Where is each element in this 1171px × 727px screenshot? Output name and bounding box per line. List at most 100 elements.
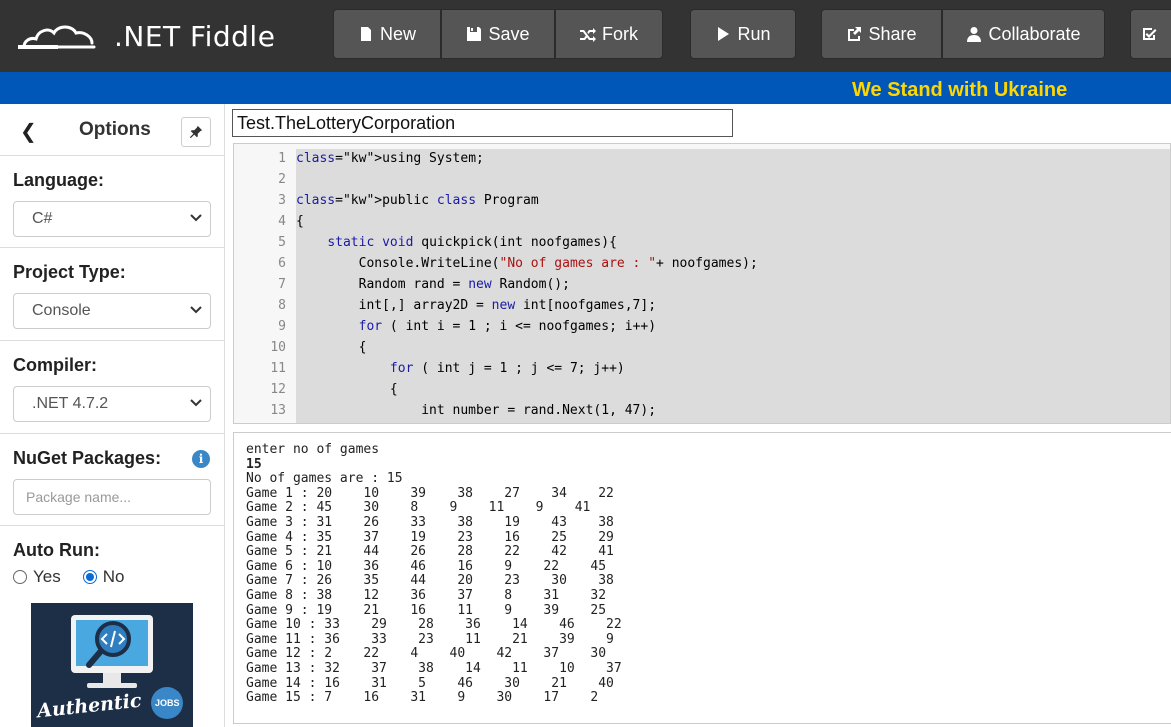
- line-number-gutter: 1 2 3 4 5 6 7 8 9 10 11 12 13: [234, 144, 296, 423]
- language-section: Language: C#: [0, 156, 224, 248]
- new-button[interactable]: New: [333, 9, 441, 59]
- fork-button[interactable]: Fork: [555, 9, 663, 59]
- output-line: Game 2 : 45 30 8 9 11 9 41: [246, 500, 591, 516]
- line-number: 9: [278, 319, 286, 334]
- file-button-group: New Save Fork: [333, 9, 663, 59]
- output-line: Game 7 : 26 35 44 20 23 30 38: [246, 573, 614, 589]
- user-icon: [967, 27, 982, 42]
- output-line: Game 15 : 7 16 31 9 30 17 2: [246, 690, 599, 706]
- output-line: Game 9 : 19 21 16 11 9 39 25: [246, 602, 607, 618]
- output-line: Game 11 : 36 33 23 11 21 39 9: [246, 631, 614, 647]
- code-editor[interactable]: 1 2 3 4 5 6 7 8 9 10 11 12 13 class="kw">using Syste…: [233, 143, 1171, 424]
- pushpin-icon: [189, 125, 203, 139]
- project-type-select[interactable]: Console: [13, 293, 211, 329]
- sidebar-title: Options: [79, 119, 151, 140]
- auto-run-label: Auto Run:: [13, 540, 100, 560]
- language-label: Language:: [13, 170, 105, 190]
- floppy-disk-icon: [467, 27, 482, 41]
- code-line[interactable]: {: [296, 211, 304, 232]
- project-type-section: Project Type: Console: [0, 248, 224, 341]
- code-line[interactable]: Console.WriteLine("No of games are : "+ …: [296, 253, 758, 274]
- line-number: 13: [270, 403, 286, 418]
- line-number: 1: [278, 151, 286, 166]
- compiler-section: Compiler: .NET 4.7.2: [0, 341, 224, 434]
- pin-button[interactable]: [181, 117, 211, 147]
- line-number: 4: [278, 214, 286, 229]
- shuffle-icon: [580, 28, 596, 42]
- ad-jobs-badge: JOBS: [155, 698, 180, 708]
- chevron-left-icon[interactable]: ❮: [20, 119, 37, 144]
- output-line: Game 1 : 20 10 39 38 27 34 22: [246, 485, 614, 501]
- compiler-label: Compiler:: [13, 355, 98, 375]
- share-icon: [848, 27, 862, 41]
- code-line[interactable]: int number = rand.Next(1, 47);: [296, 400, 656, 421]
- advertisement-banner[interactable]: Authentic JOBS: [31, 603, 193, 727]
- chevron-down-icon: [190, 214, 202, 222]
- logo[interactable]: .NET Fiddle: [18, 18, 275, 54]
- fiddle-name-input[interactable]: Test.TheLotteryCorporation: [232, 109, 733, 137]
- code-line[interactable]: for ( int j = 1 ; j <= 7; j++): [296, 358, 625, 379]
- line-number: 5: [278, 235, 286, 250]
- share-button[interactable]: Share: [821, 9, 942, 59]
- run-button-group: Run: [690, 9, 796, 59]
- code-line[interactable]: Random rand = new Random();: [296, 274, 570, 295]
- output-line: 15: [246, 456, 262, 472]
- output-line: Game 3 : 31 26 33 38 19 43 38: [246, 514, 614, 530]
- info-icon[interactable]: i: [192, 450, 210, 468]
- line-number: 12: [270, 382, 286, 397]
- output-line: Game 12 : 2 22 4 40 42 37 30: [246, 646, 607, 662]
- output-line: Game 6 : 10 36 46 16 9 22 45: [246, 558, 607, 574]
- output-console[interactable]: enter no of games 15 No of games are : 15 G…: [233, 432, 1171, 724]
- output-line: Game 14 : 16 31 5 46 30 21 40: [246, 675, 614, 691]
- run-button[interactable]: Run: [690, 9, 796, 59]
- top-navbar: .NET Fiddle New Save Fork Run Share Coll…: [0, 0, 1171, 72]
- chevron-down-icon: [190, 306, 202, 314]
- line-number: 2: [278, 172, 286, 187]
- code-line[interactable]: static void quickpick(int noofgames){: [296, 232, 617, 253]
- line-number: 7: [278, 277, 286, 292]
- code-line[interactable]: class="kw">using System;: [296, 148, 484, 169]
- auto-run-yes-radio[interactable]: [13, 570, 27, 584]
- output-line: Game 8 : 38 12 36 37 8 31 32: [246, 587, 607, 603]
- package-name-input[interactable]: Package name...: [13, 479, 211, 515]
- nuget-label: NuGet Packages:: [13, 448, 162, 468]
- code-line[interactable]: {: [296, 337, 367, 358]
- output-line: No of games are : 15: [246, 471, 403, 487]
- language-select[interactable]: C#: [13, 201, 211, 237]
- app-title: .NET Fiddle: [114, 19, 276, 53]
- project-type-label: Project Type:: [13, 262, 126, 282]
- auto-run-yes-label[interactable]: Yes: [33, 567, 61, 587]
- line-number: 10: [270, 340, 286, 355]
- collaborate-button[interactable]: Collaborate: [942, 9, 1105, 59]
- options-sidebar: ❮ Options Language: C# Project Type: Con…: [0, 104, 225, 727]
- more-button[interactable]: [1130, 9, 1171, 59]
- line-number: 8: [278, 298, 286, 313]
- checkbox-icon: [1143, 28, 1157, 40]
- auto-run-no-label[interactable]: No: [103, 567, 125, 587]
- output-line: Game 13 : 32 37 38 14 11 10 37: [246, 660, 622, 676]
- chevron-down-icon: [190, 399, 202, 407]
- line-number: 11: [270, 361, 286, 376]
- output-line: enter no of games: [246, 442, 380, 457]
- sidebar-header: ❮ Options: [0, 104, 224, 156]
- ukraine-banner: We Stand with Ukraine: [0, 72, 1171, 104]
- output-line: Game 5 : 21 44 26 28 22 42 41: [246, 544, 614, 560]
- file-icon: [360, 27, 371, 41]
- line-number: 3: [278, 193, 286, 208]
- code-line[interactable]: int[,] array2D = new int[noofgames,7];: [296, 295, 656, 316]
- banner-text[interactable]: We Stand with Ukraine: [852, 79, 1067, 102]
- auto-run-no-radio[interactable]: [82, 570, 97, 584]
- save-button[interactable]: Save: [441, 9, 555, 59]
- code-line[interactable]: for ( int i = 1 ; i <= noofgames; i++): [296, 316, 656, 337]
- output-line: Game 10 : 33 29 28 36 14 46 22: [246, 617, 622, 633]
- output-line: Game 4 : 35 37 19 23 16 25 29: [246, 529, 614, 545]
- code-line[interactable]: {: [296, 379, 398, 400]
- code-line[interactable]: class="kw">public class Program: [296, 190, 539, 211]
- compiler-select[interactable]: .NET 4.7.2: [13, 386, 211, 422]
- play-icon: [718, 27, 730, 41]
- cloud-logo-icon: [18, 25, 96, 49]
- share-button-group: Share Collaborate: [821, 9, 1105, 59]
- code-area[interactable]: class="kw">using System; class="kw">publi…: [296, 149, 1170, 423]
- line-number: 6: [278, 256, 286, 271]
- nuget-section: NuGet Packages: i Package name...: [0, 434, 224, 526]
